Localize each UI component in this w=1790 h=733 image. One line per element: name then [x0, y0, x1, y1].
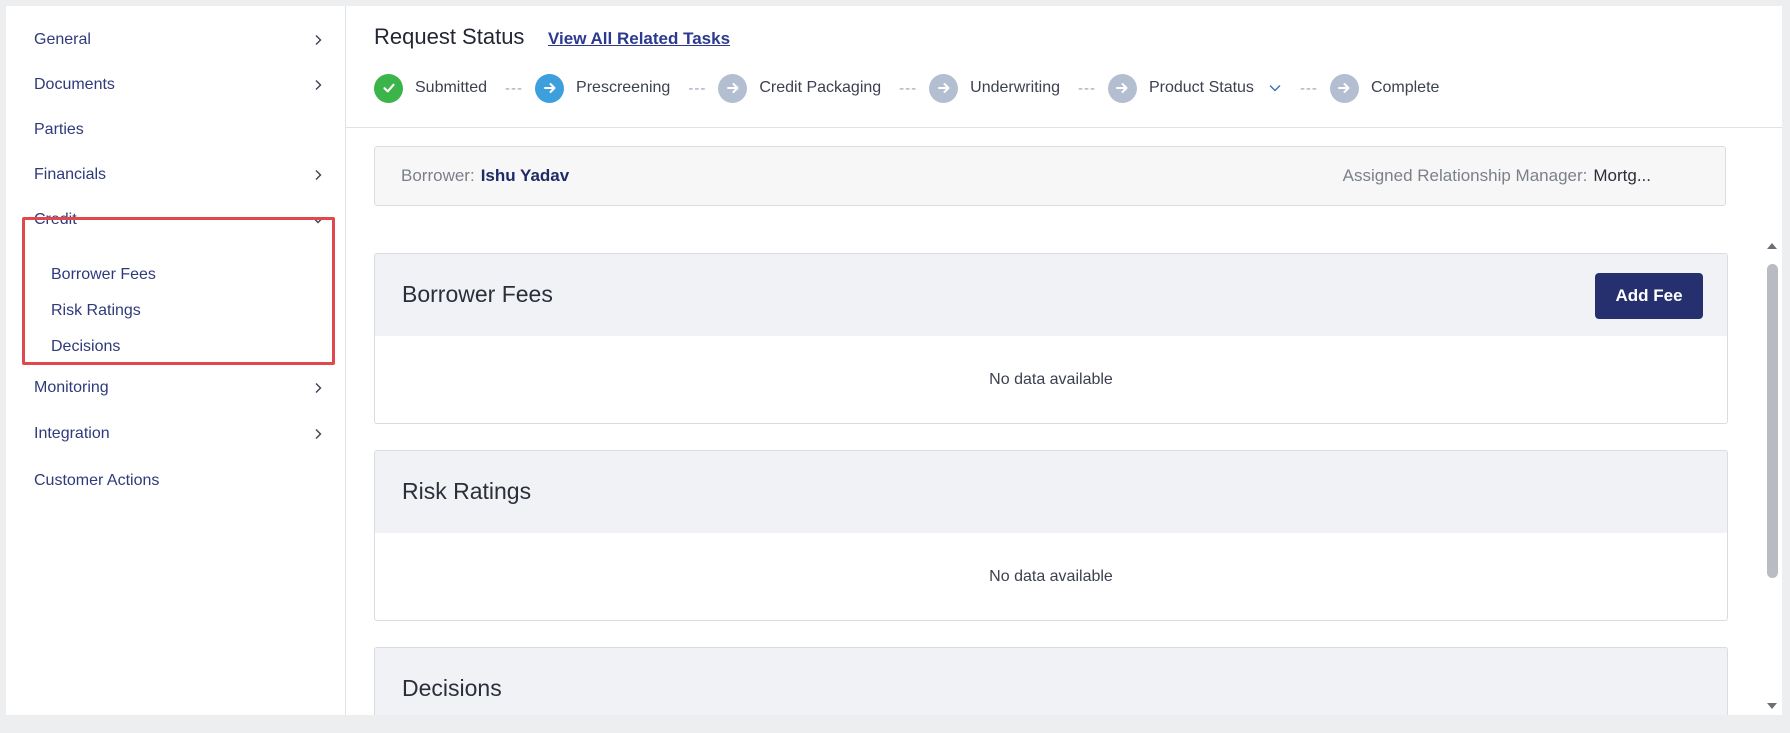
- main-content: Request Status View All Related Tasks Su…: [346, 6, 1782, 715]
- chevron-right-icon: [308, 75, 328, 95]
- card-header: Risk Ratings: [375, 451, 1727, 533]
- chevron-right-icon: [308, 165, 328, 185]
- step-label: Credit Packaging: [759, 79, 882, 96]
- card-header: Borrower Fees Add Fee: [375, 254, 1727, 336]
- step-separator: ---: [899, 79, 918, 97]
- sidebar-item-parties[interactable]: Parties: [34, 116, 328, 144]
- step-separator: ---: [688, 79, 707, 97]
- chevron-right-icon: [308, 424, 328, 444]
- step-separator: ---: [1299, 79, 1318, 97]
- step-label: Submitted: [415, 79, 488, 96]
- step-label: Prescreening: [576, 79, 671, 96]
- chevron-down-icon: [308, 210, 328, 230]
- app-frame: General Documents Parties Financials Cre…: [6, 6, 1782, 715]
- sidebar-item-label: Integration: [34, 425, 110, 442]
- chevron-right-icon: [308, 378, 328, 398]
- step-submitted[interactable]: Submitted: [374, 73, 488, 103]
- arrow-right-icon: [1107, 73, 1137, 103]
- manager-label: Assigned Relationship Manager:: [1342, 166, 1588, 185]
- sidebar-subitem-risk-ratings[interactable]: Risk Ratings: [51, 299, 141, 323]
- sidebar-subitem-label: Risk Ratings: [51, 302, 141, 319]
- step-label: Complete: [1370, 79, 1440, 96]
- manager-value: Mortg...: [1593, 166, 1651, 185]
- arrow-right-icon: [535, 73, 565, 103]
- sidebar-item-documents[interactable]: Documents: [34, 71, 328, 99]
- add-fee-button[interactable]: Add Fee: [1595, 273, 1703, 319]
- check-icon: [374, 73, 403, 103]
- chevron-right-icon: [308, 30, 328, 50]
- empty-state: No data available: [989, 568, 1113, 585]
- sidebar-subitem-label: Decisions: [51, 338, 121, 355]
- sidebar-item-label: General: [34, 31, 91, 48]
- risk-ratings-card: Risk Ratings No data available: [374, 450, 1728, 621]
- arrow-right-icon: [929, 73, 959, 103]
- status-stepper: Submitted --- Prescreening --- Credit Pa…: [374, 73, 1439, 103]
- decisions-card: Decisions: [374, 647, 1728, 715]
- card-title: Borrower Fees: [402, 281, 553, 307]
- step-prescreening[interactable]: Prescreening: [535, 73, 671, 103]
- vertical-scrollbar[interactable]: [1764, 234, 1780, 714]
- sidebar-subitem-borrower-fees[interactable]: Borrower Fees: [51, 263, 156, 287]
- sidebar-item-customer-actions[interactable]: Customer Actions: [34, 467, 328, 495]
- sidebar-item-credit[interactable]: Credit: [34, 206, 328, 234]
- sidebar-item-label: Documents: [34, 76, 115, 93]
- sidebar-item-financials[interactable]: Financials: [34, 161, 328, 189]
- scroll-down-icon[interactable]: [1766, 700, 1778, 712]
- scroll-thumb[interactable]: [1767, 264, 1778, 578]
- step-credit-packaging[interactable]: Credit Packaging: [718, 73, 882, 103]
- sidebar-item-label: Parties: [34, 121, 84, 138]
- borrower-info: Borrower: Ishu Yadav: [401, 166, 569, 186]
- sidebar-item-label: Customer Actions: [34, 472, 160, 489]
- empty-state: No data available: [989, 371, 1113, 388]
- borrower-fees-card: Borrower Fees Add Fee No data available: [374, 253, 1728, 424]
- view-related-tasks-link[interactable]: View All Related Tasks: [548, 29, 730, 49]
- step-product-status[interactable]: Product Status: [1107, 73, 1282, 103]
- step-label: Product Status: [1148, 79, 1254, 96]
- sidebar-item-label: Financials: [34, 166, 107, 183]
- borrower-label: Borrower:: [401, 166, 475, 185]
- card-header: Decisions: [375, 648, 1727, 715]
- arrow-right-icon: [718, 73, 748, 103]
- card-title: Decisions: [402, 675, 502, 701]
- scroll-up-icon[interactable]: [1766, 240, 1778, 252]
- manager-info: Assigned Relationship Manager: Mortg...: [1343, 166, 1651, 186]
- step-complete[interactable]: Complete: [1329, 73, 1440, 103]
- borrower-value: Ishu Yadav: [480, 166, 570, 185]
- arrow-right-icon: [1329, 73, 1359, 103]
- chevron-down-icon[interactable]: [1268, 81, 1282, 95]
- sidebar-item-label: Monitoring: [34, 379, 109, 396]
- card-title: Risk Ratings: [402, 478, 532, 504]
- borrower-info-bar: Borrower: Ishu Yadav Assigned Relationshi…: [374, 146, 1726, 206]
- sidebar: General Documents Parties Financials Cre…: [6, 6, 346, 715]
- sidebar-item-label: Credit: [34, 211, 77, 228]
- sidebar-item-general[interactable]: General: [34, 26, 328, 54]
- sidebar-item-integration[interactable]: Integration: [34, 420, 328, 448]
- step-label: Underwriting: [970, 79, 1060, 96]
- request-status-header: Request Status View All Related Tasks Su…: [346, 6, 1782, 128]
- sidebar-subitem-label: Borrower Fees: [51, 266, 156, 283]
- sidebar-item-monitoring[interactable]: Monitoring: [34, 374, 328, 402]
- step-underwriting[interactable]: Underwriting: [929, 73, 1060, 103]
- step-separator: ---: [505, 79, 524, 97]
- step-separator: ---: [1077, 79, 1096, 97]
- page-title: Request Status: [374, 24, 525, 49]
- sidebar-subitem-decisions[interactable]: Decisions: [51, 335, 120, 359]
